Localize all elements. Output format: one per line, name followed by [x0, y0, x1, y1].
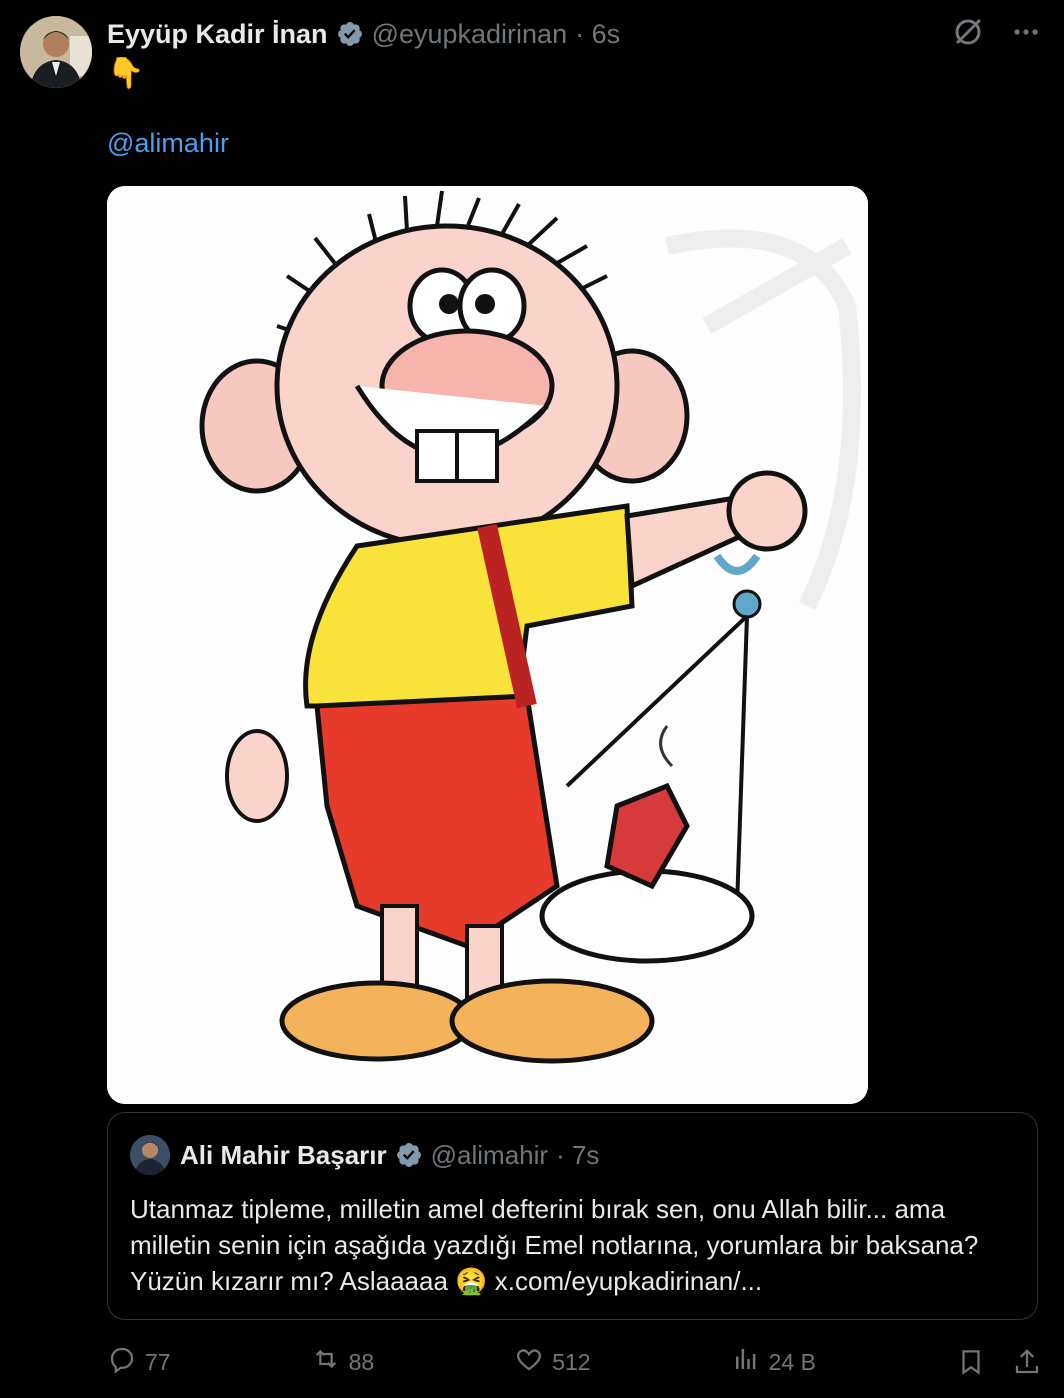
right-actions [956, 1347, 1042, 1377]
author-avatar[interactable] [20, 16, 92, 88]
quoted-author-name: Ali Mahir Başarır [180, 1139, 387, 1170]
like-count: 512 [552, 1348, 591, 1375]
verified-badge-icon [395, 1141, 423, 1169]
reply-icon [107, 1344, 137, 1380]
reply-count: 77 [145, 1348, 171, 1375]
author-name[interactable]: Eyyüp Kadir İnan [107, 19, 328, 50]
vomit-emoji: 🤮 [455, 1266, 488, 1296]
like-button[interactable]: 512 [514, 1344, 591, 1380]
action-bar: 77 88 512 24 B [107, 1342, 1042, 1382]
views-count: 24 B [768, 1348, 816, 1375]
post-media-image[interactable] [107, 186, 868, 1104]
quoted-post[interactable]: Ali Mahir Başarır @alimahir · 7s Utanmaz… [107, 1112, 1038, 1320]
share-icon[interactable] [1012, 1347, 1042, 1377]
repost-button[interactable]: 88 [311, 1344, 375, 1380]
quoted-header: Ali Mahir Başarır @alimahir · 7s [180, 1137, 599, 1173]
repost-icon [311, 1344, 341, 1380]
quoted-post-text: Utanmaz tipleme, milletin amel defterini… [130, 1191, 1015, 1299]
reply-button[interactable]: 77 [107, 1344, 171, 1380]
author-handle[interactable]: @eyupkadirinan [372, 19, 568, 50]
more-icon[interactable] [1012, 18, 1040, 55]
repost-count: 88 [348, 1348, 375, 1375]
bookmark-icon[interactable] [956, 1347, 986, 1377]
post-emoji: 👇 [107, 57, 145, 90]
quoted-link: x.com/eyupkadirinan/... [494, 1266, 763, 1296]
heart-icon [514, 1344, 544, 1380]
views-button[interactable]: 24 B [731, 1344, 816, 1380]
quoted-author-avatar[interactable] [130, 1135, 170, 1175]
quoted-author-handle: @alimahir [430, 1139, 549, 1170]
post-header: Eyyüp Kadir İnan @eyupkadirinan · 6s [107, 16, 620, 52]
quoted-post-time: · 7s [556, 1139, 600, 1170]
grok-icon[interactable] [952, 16, 984, 57]
verified-badge-icon [336, 20, 364, 48]
mention-link[interactable]: @alimahir [107, 128, 229, 159]
post-time[interactable]: · 6s [575, 19, 620, 50]
views-icon [731, 1344, 761, 1380]
top-actions [952, 16, 1040, 57]
